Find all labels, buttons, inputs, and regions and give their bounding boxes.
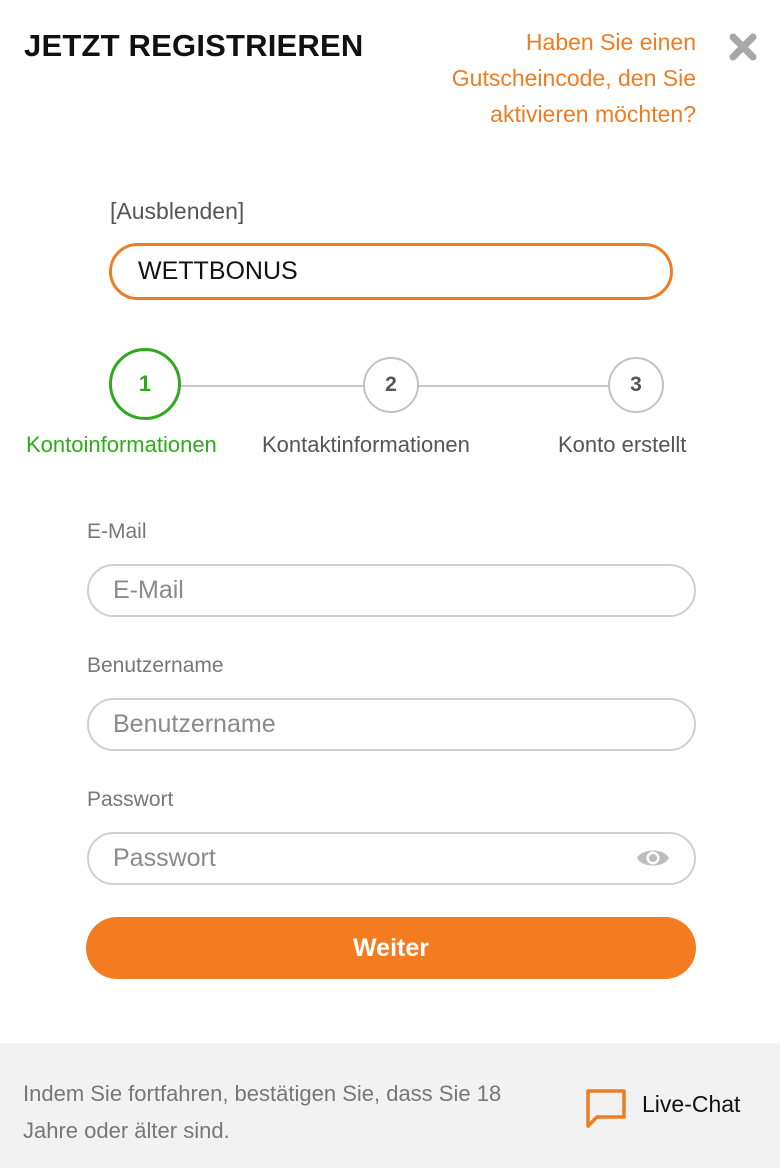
step-3-label: Konto erstellt xyxy=(558,432,687,457)
password-field[interactable] xyxy=(87,832,696,885)
continue-button[interactable]: Weiter xyxy=(86,917,696,979)
close-icon[interactable] xyxy=(726,30,760,64)
username-label: Benutzername xyxy=(87,654,224,677)
email-label: E-Mail xyxy=(87,520,147,543)
stepper-connector xyxy=(181,385,364,387)
stepper-connector xyxy=(418,385,608,387)
step-1-circle: 1 xyxy=(109,348,181,420)
voucher-code-link[interactable]: Haben Sie einen Gutscheincode, den Sie a… xyxy=(366,24,696,132)
step-3-circle: 3 xyxy=(608,357,664,413)
email-field[interactable] xyxy=(87,564,696,617)
live-chat-label: Live-Chat xyxy=(642,1091,741,1117)
chat-bubble-icon xyxy=(586,1089,626,1128)
username-field[interactable] xyxy=(87,698,696,751)
live-chat-button[interactable]: Live-Chat xyxy=(584,1087,740,1131)
registration-dialog: JETZT REGISTRIEREN Haben Sie einen Gutsc… xyxy=(0,0,780,1168)
voucher-code-input[interactable] xyxy=(109,243,673,300)
footer: Indem Sie fortfahren, bestätigen Sie, da… xyxy=(0,1043,780,1168)
password-label: Passwort xyxy=(87,788,174,811)
step-2-circle: 2 xyxy=(363,357,419,413)
eye-icon[interactable] xyxy=(636,845,670,871)
age-notice: Indem Sie fortfahren, bestätigen Sie, da… xyxy=(23,1081,502,1143)
step-1-label: Kontoinformationen xyxy=(26,432,217,457)
step-2-label: Kontaktinformationen xyxy=(262,432,470,457)
page-title: JETZT REGISTRIEREN xyxy=(24,28,364,63)
hide-voucher-link[interactable]: [Ausblenden] xyxy=(110,198,244,225)
